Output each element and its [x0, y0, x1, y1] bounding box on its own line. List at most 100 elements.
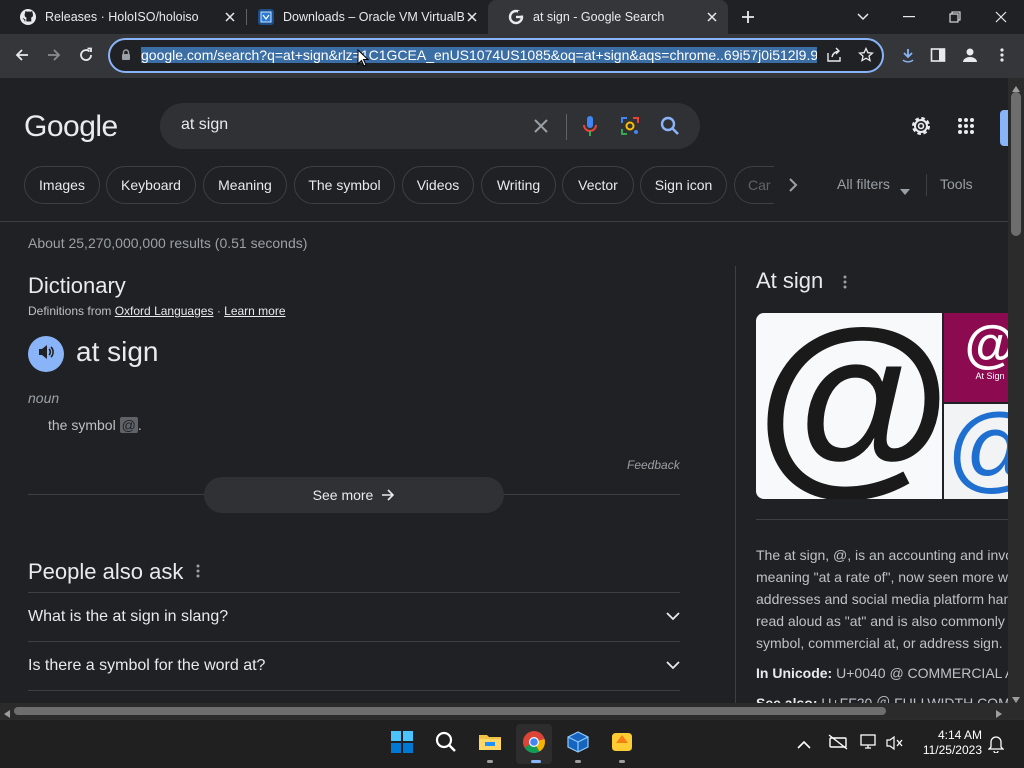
microphone-icon[interactable] — [582, 115, 598, 142]
minimize-button[interactable] — [895, 3, 923, 31]
yellow-app-icon — [610, 731, 634, 758]
oxford-languages-link[interactable]: Oxford Languages — [115, 304, 214, 318]
close-icon[interactable] — [704, 9, 720, 25]
horizontal-scroll-thumb[interactable] — [14, 707, 886, 715]
share-icon[interactable] — [820, 41, 848, 69]
app-button[interactable] — [604, 724, 640, 764]
side-panel-icon[interactable] — [924, 41, 952, 69]
google-logo[interactable]: Google — [24, 110, 118, 144]
description-line: addresses and social media platform hand… — [756, 591, 1008, 607]
see-more-button[interactable]: See more — [204, 477, 504, 513]
paa-question-text: What is the at sign in slang? — [28, 608, 229, 625]
result-stats: About 25,270,000,000 results (0.51 secon… — [28, 235, 308, 251]
at-sign-glyph: @ — [944, 313, 1008, 377]
network-icon[interactable] — [860, 734, 878, 755]
vertical-scroll-thumb[interactable] — [1011, 92, 1021, 236]
chip-car[interactable]: Car — [734, 166, 774, 204]
file-explorer-button[interactable] — [472, 724, 508, 764]
bookmark-star-icon[interactable] — [852, 41, 880, 69]
system-clock[interactable]: 4:14 AM 11/25/2023 — [912, 728, 982, 758]
dictionary-title: Dictionary — [28, 273, 126, 298]
fact-label: In Unicode: — [756, 665, 833, 681]
tab-google-search[interactable]: at sign - Google Search — [488, 0, 728, 34]
at-sign-image[interactable]: @ — [944, 404, 1008, 499]
chrome-icon — [522, 730, 546, 759]
chrome-button[interactable] — [516, 724, 552, 764]
see-also-fact: See also: U+FF20 ＠ FULLWIDTH COMMERCIAL … — [756, 693, 1008, 703]
settings-gear-icon[interactable] — [909, 114, 933, 143]
virtualbox-button[interactable] — [560, 724, 596, 764]
clock-time: 4:14 AM — [937, 728, 982, 742]
search-box[interactable] — [160, 103, 700, 149]
taskbar-search-button[interactable] — [428, 724, 464, 764]
back-button[interactable] — [8, 41, 36, 69]
source-separator: · — [216, 304, 221, 318]
at-sign-glyph: @ — [944, 404, 1008, 499]
at-sign-image[interactable]: @ At Sign — [944, 313, 1008, 402]
sign-in-button[interactable] — [1000, 110, 1008, 146]
mouse-cursor-icon — [357, 48, 370, 72]
profile-icon[interactable] — [956, 41, 984, 69]
tools-button[interactable]: Tools — [940, 176, 973, 192]
chip-videos[interactable]: Videos — [402, 166, 474, 204]
feedback-link[interactable]: Feedback — [627, 458, 680, 472]
url-text[interactable]: google.com/search?q=at+sign&rlz=1C1GCEA_… — [141, 44, 817, 66]
fact-value: U+FF20 ＠ FULLWIDTH COMMERCIAL AT — [821, 695, 1008, 703]
forward-button[interactable] — [40, 41, 68, 69]
restore-button[interactable] — [941, 3, 969, 31]
tab-search-button[interactable] — [849, 3, 877, 31]
more-options-icon[interactable] — [196, 564, 200, 583]
all-filters-button[interactable]: All filters — [837, 176, 890, 192]
lens-icon[interactable] — [620, 116, 640, 141]
unicode-fact: In Unicode: U+0040 @ COMMERCIAL AT — [756, 665, 1008, 681]
notification-bell-icon[interactable] — [987, 735, 1005, 758]
description-line: read aloud as "at" and is also commonly — [756, 613, 1005, 629]
running-indicator — [619, 760, 625, 763]
more-options-icon[interactable] — [843, 275, 847, 294]
search-icon — [435, 731, 457, 758]
chip-meaning[interactable]: Meaning — [203, 166, 287, 204]
close-window-button[interactable] — [987, 3, 1015, 31]
kebab-menu-icon[interactable] — [988, 41, 1016, 69]
chips-next-icon[interactable] — [784, 176, 802, 199]
url-selected-text: google.com/search?q=at+sign&rlz=1C1GCEA_… — [141, 47, 817, 63]
scrollbar-corner — [1008, 703, 1024, 719]
paa-question[interactable]: What is the at sign in slang? — [28, 593, 680, 641]
start-button[interactable] — [384, 724, 420, 764]
search-input[interactable]: at sign — [181, 116, 228, 134]
tab-virtualbox[interactable]: Downloads – Oracle VM VirtualBox — [238, 0, 488, 34]
source-prefix: Definitions from — [28, 304, 112, 318]
chip-sign-icon[interactable]: Sign icon — [640, 166, 727, 204]
paa-question[interactable]: Is there a symbol for the word at? — [28, 642, 680, 690]
chip-keyboard[interactable]: Keyboard — [106, 166, 196, 204]
virtualbox-icon — [258, 9, 274, 25]
apps-grid-icon[interactable] — [957, 117, 975, 140]
close-icon[interactable] — [222, 9, 238, 25]
hardware-tray-icon[interactable] — [828, 734, 848, 755]
at-sign-image[interactable]: @ — [756, 313, 942, 499]
google-icon — [508, 9, 524, 25]
download-icon[interactable] — [894, 41, 922, 69]
at-sign-glyph: @ — [756, 313, 942, 499]
lock-icon[interactable] — [118, 47, 134, 63]
tab-github[interactable]: Releases · HoloISO/holoiso — [0, 0, 246, 34]
show-hidden-icons-chevron-icon[interactable] — [797, 737, 811, 755]
search-icon[interactable] — [660, 116, 680, 141]
chip-writing[interactable]: Writing — [481, 166, 556, 204]
chip-the-symbol[interactable]: The symbol — [294, 166, 395, 204]
close-icon[interactable] — [464, 9, 480, 25]
volume-muted-icon[interactable] — [886, 735, 904, 755]
pronounce-speaker-button[interactable] — [28, 336, 64, 372]
chip-vector[interactable]: Vector — [562, 166, 634, 204]
new-tab-button[interactable] — [734, 3, 762, 31]
running-indicator — [487, 760, 493, 763]
github-icon — [20, 9, 36, 25]
reload-button[interactable] — [72, 41, 100, 69]
search-divider — [566, 114, 567, 140]
chip-images[interactable]: Images — [24, 166, 100, 204]
speaker-icon — [37, 343, 55, 366]
definition-symbol: @ — [119, 417, 138, 433]
fact-label: See also: — [756, 695, 818, 703]
learn-more-link[interactable]: Learn more — [224, 304, 285, 318]
clear-icon[interactable] — [532, 117, 550, 140]
